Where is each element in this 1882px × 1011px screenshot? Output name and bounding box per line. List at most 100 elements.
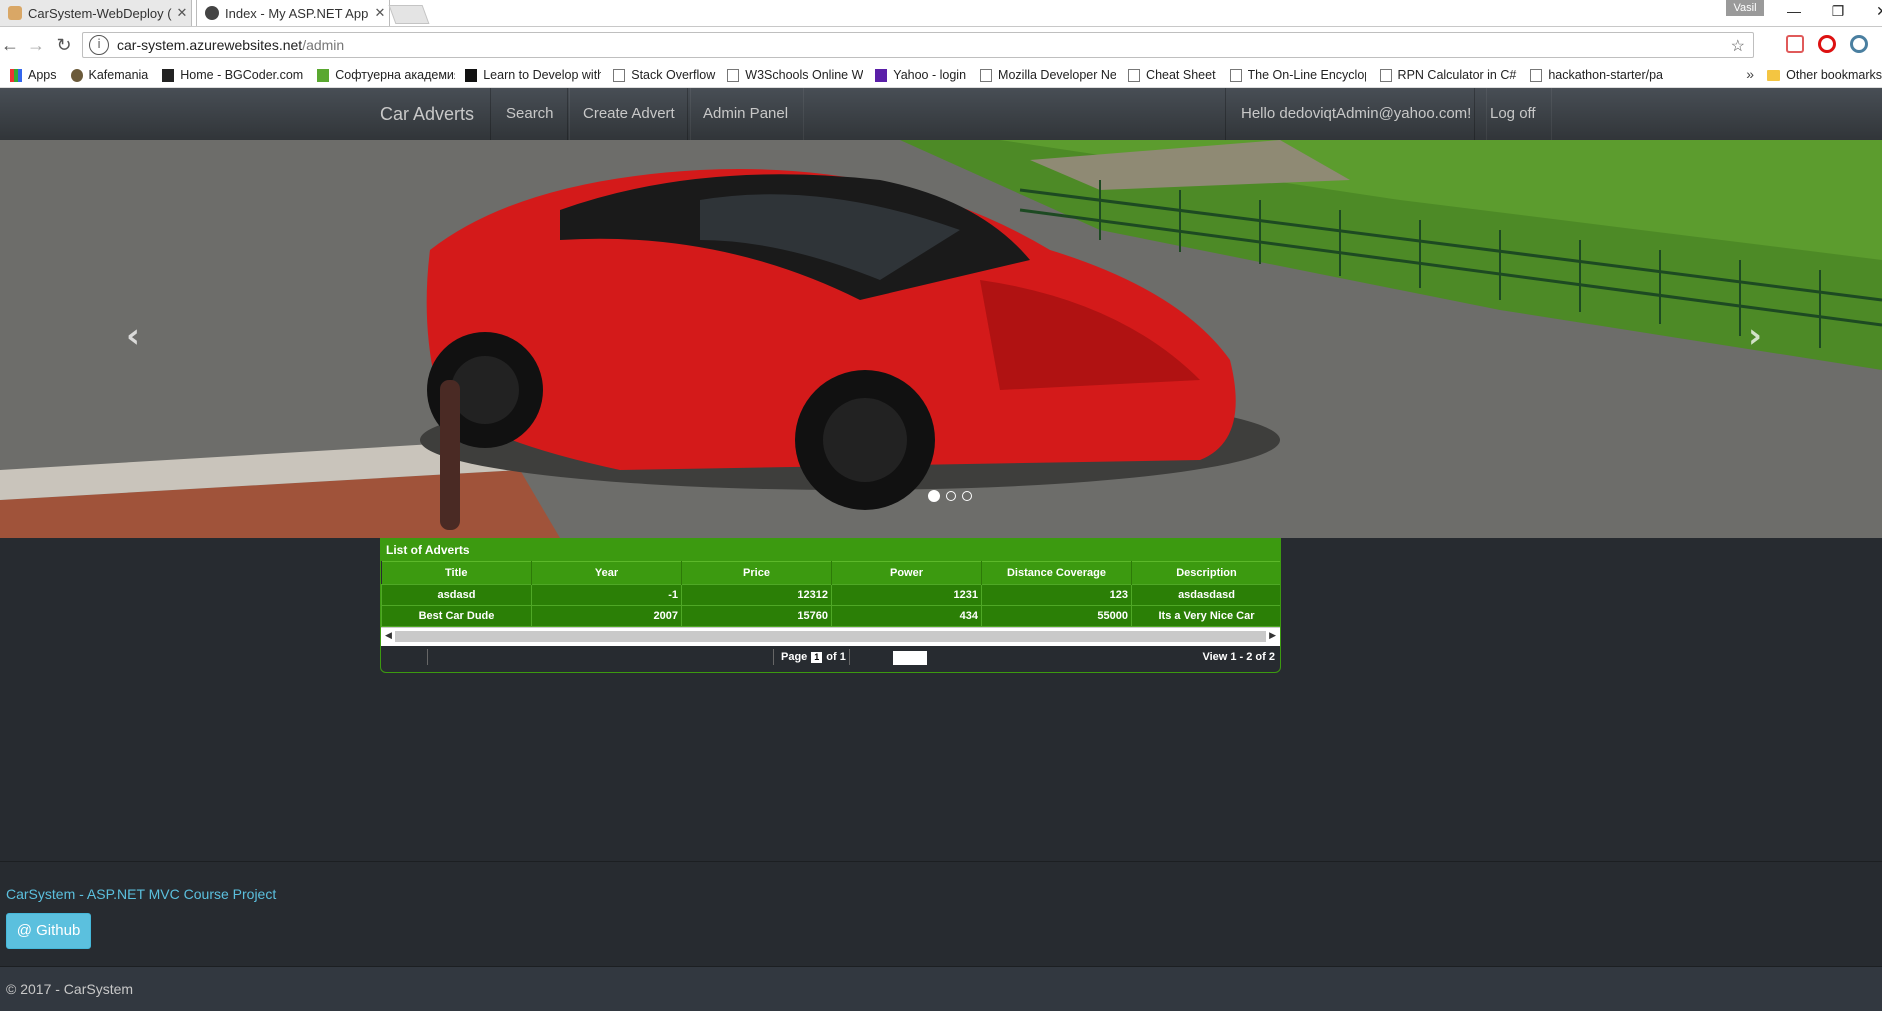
github-button[interactable]: @ Github	[6, 913, 91, 949]
profile-badge[interactable]: Vasil	[1726, 0, 1764, 16]
nav-admin-panel[interactable]: Admin Panel	[687, 88, 805, 140]
other-bookmarks-folder[interactable]: Other bookmarks	[1767, 63, 1882, 87]
record-count: View 1 - 2 of 2	[1202, 651, 1275, 663]
reload-icon[interactable]: ↻	[54, 35, 74, 56]
page-icon	[1229, 68, 1242, 82]
bookmark-item[interactable]: Cheat Sheet	[1128, 68, 1216, 82]
pager-divider	[773, 649, 774, 665]
nav-greeting[interactable]: Hello dedoviqtAdmin@yahoo.com!	[1225, 88, 1488, 140]
brand-link[interactable]: Car Adverts	[368, 88, 486, 140]
bookmark-apps[interactable]: Apps	[10, 68, 57, 82]
bookmark-item[interactable]: Kafemania	[70, 68, 148, 82]
page-number-input[interactable]: 1	[811, 651, 823, 663]
page-label: Page	[781, 651, 808, 663]
cell-power: 1231	[831, 584, 982, 606]
cell-description: asdasdasd	[1131, 584, 1280, 606]
cell-distance: 55000	[981, 605, 1132, 627]
carousel-indicator[interactable]	[962, 491, 972, 501]
address-bar[interactable]: i car-system.azurewebsites.net/admin ☆	[82, 32, 1754, 58]
bookmark-star-icon[interactable]: ☆	[1731, 36, 1745, 56]
cell-price: 12312	[681, 584, 832, 606]
extension-icon[interactable]	[1850, 35, 1868, 53]
horizontal-scrollbar[interactable]: ◀ ▶	[381, 627, 1280, 646]
close-icon[interactable]: ✕	[173, 5, 191, 21]
browser-tab[interactable]: CarSystem-WebDeploy ( ✕	[0, 0, 192, 26]
cell-year: 2007	[531, 605, 682, 627]
image-carousel: ‹ ›	[0, 140, 1882, 538]
cell-year: -1	[531, 584, 682, 606]
tab-title: CarSystem-WebDeploy (	[28, 5, 172, 21]
url-path: /admin	[302, 37, 345, 53]
hat-icon	[70, 68, 83, 82]
page-icon	[980, 68, 993, 82]
forward-arrow-icon[interactable]: →	[26, 35, 46, 56]
page-icon	[1379, 68, 1392, 82]
page-icon	[1128, 68, 1141, 82]
minimize-icon[interactable]: —	[1784, 3, 1804, 19]
column-header-title[interactable]: Title	[381, 561, 532, 585]
column-header-description[interactable]: Description	[1131, 561, 1280, 585]
footer-divider	[0, 861, 1882, 862]
chevron-right-icon[interactable]: ›	[1748, 316, 1762, 356]
extension-icon[interactable]	[1786, 35, 1804, 53]
page-icon	[613, 68, 626, 82]
table-row[interactable]: asdasd -1 12312 1231 123 asdasdasd	[381, 584, 1280, 606]
cell-title: Best Car Dude	[381, 605, 532, 627]
bookmark-item[interactable]: Mozilla Developer Ne	[980, 68, 1116, 82]
site-info-icon[interactable]: i	[89, 35, 109, 55]
bookmarks-bar: Apps Kafemania Home - BGCoder.com Софтуе…	[0, 63, 1882, 88]
scroll-left-icon[interactable]: ◀	[385, 630, 392, 641]
page-icon	[727, 68, 740, 82]
opera-icon[interactable]	[1818, 35, 1836, 53]
footer-bar: © 2017 - CarSystem	[0, 966, 1882, 1011]
column-header-price[interactable]: Price	[681, 561, 832, 585]
bookmark-item[interactable]: W3Schools Online We	[727, 68, 863, 82]
scrollbar-thumb[interactable]	[395, 631, 1266, 642]
back-arrow-icon[interactable]: ←	[0, 35, 20, 56]
bookmark-item[interactable]: Learn to Develop with	[465, 68, 601, 82]
m-icon	[465, 68, 478, 82]
bookmark-item[interactable]: Stack Overflow	[613, 68, 715, 82]
yahoo-icon	[875, 68, 888, 82]
car-favicon-icon	[205, 6, 219, 20]
grid-pager: Page 1 of 1 View 1 - 2 of 2	[381, 646, 1280, 670]
restore-icon[interactable]: ❐	[1828, 3, 1848, 20]
bookmark-item[interactable]: Софтуерна академия	[317, 68, 455, 82]
carousel-indicator-active[interactable]	[928, 490, 940, 502]
adverts-grid: List of Adverts Title Year Price Power D…	[380, 538, 1281, 673]
url-host: car-system.azurewebsites.net	[117, 37, 303, 53]
column-header-year[interactable]: Year	[531, 561, 682, 585]
site-navbar: Car Adverts Search Create Advert Admin P…	[0, 88, 1882, 141]
grid-caption: List of Adverts	[381, 539, 1280, 561]
new-tab-button[interactable]	[388, 5, 430, 24]
scroll-right-icon[interactable]: ▶	[1269, 630, 1276, 641]
column-header-distance[interactable]: Distance Coverage	[981, 561, 1132, 585]
bookmark-item[interactable]: RPN Calculator in C#	[1379, 68, 1516, 82]
browser-toolbar: ← → ↻ i car-system.azurewebsites.net/adm…	[0, 27, 1882, 63]
close-icon[interactable]: ✕	[371, 5, 389, 21]
academy-icon	[317, 68, 330, 82]
pager-divider	[849, 649, 850, 665]
cell-distance: 123	[981, 584, 1132, 606]
cell-price: 15760	[681, 605, 832, 627]
nav-create-advert[interactable]: Create Advert	[567, 88, 691, 140]
nav-logoff[interactable]: Log off	[1474, 88, 1552, 140]
nav-search[interactable]: Search	[490, 88, 570, 140]
bookmark-item[interactable]: Yahoo - login	[875, 68, 966, 82]
bookmark-item[interactable]: The On-Line Encyclop	[1229, 68, 1366, 82]
column-header-power[interactable]: Power	[831, 561, 982, 585]
cell-power: 434	[831, 605, 982, 627]
bookmarks-overflow-button[interactable]: »	[1746, 66, 1754, 82]
browser-tab-active[interactable]: Index - My ASP.NET App ✕	[196, 0, 390, 26]
table-row[interactable]: Best Car Dude 2007 15760 434 55000 Its a…	[381, 605, 1280, 627]
carousel-indicator[interactable]	[946, 491, 956, 501]
window-close-icon[interactable]: ✕	[1872, 3, 1882, 20]
chevron-left-icon[interactable]: ‹	[126, 316, 140, 356]
favicon-icon	[8, 6, 22, 20]
rows-per-page-select[interactable]	[893, 651, 927, 665]
page-indicator: Page 1 of 1	[781, 651, 846, 663]
bookmark-item[interactable]: hackathon-starter/pa	[1530, 68, 1664, 82]
table-header-row: Title Year Price Power Distance Coverage…	[381, 561, 1280, 585]
bookmark-item[interactable]: Home - BGCoder.com	[162, 68, 303, 82]
project-link[interactable]: CarSystem - ASP.NET MVC Course Project	[6, 886, 276, 902]
